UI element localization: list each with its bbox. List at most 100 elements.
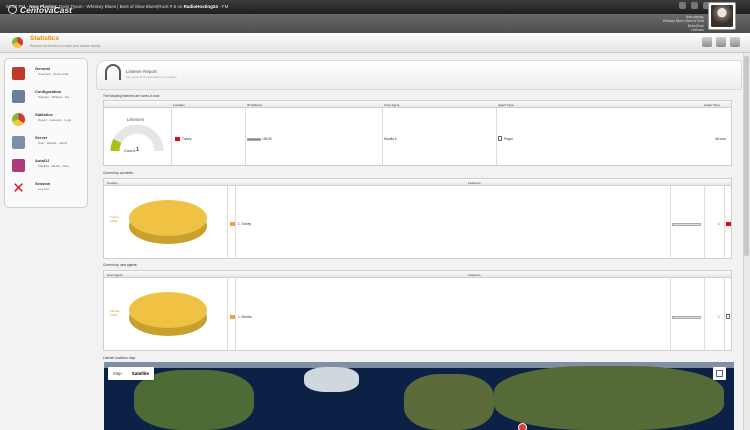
topbar-icons (679, 2, 710, 9)
logo-mark-icon (8, 5, 17, 14)
tuned-listeners-table: Location IP Address User Agent Agent Typ… (103, 100, 732, 166)
station-suffix: - FM (217, 4, 229, 9)
np-line-2: Whiskey Blues | Best of Slow (662, 19, 704, 24)
player-icon (498, 136, 502, 141)
sidebar-item-general[interactable]: General Overview · Quick Links (9, 65, 87, 89)
top-countries-table: Country Listeners Turkey 100% 1. Turkey … (103, 178, 732, 259)
divider (724, 186, 725, 258)
settings-icon (12, 90, 25, 103)
table-header (104, 179, 731, 186)
sidebar-item-links[interactable]: Settings · Widgets · Etc (38, 95, 69, 99)
page-header (0, 33, 750, 53)
server-icon (12, 136, 25, 149)
divider (382, 108, 383, 165)
divider (227, 278, 228, 350)
agent-icon (726, 314, 730, 319)
trash-icon[interactable] (702, 37, 712, 47)
pie-percent: 100% (110, 313, 118, 317)
np-line-4: Listeners (691, 27, 704, 32)
row-agent-type: Player (504, 137, 514, 141)
col-user-agent: User Agent (107, 273, 123, 277)
table-header (104, 271, 731, 278)
col-listeners: Listeners (468, 273, 481, 277)
col-location: Location (173, 103, 185, 107)
col-listen-time: Listen Time (704, 103, 720, 107)
map-type-satellite-button[interactable]: Satellite (127, 367, 154, 380)
row-country: 1. Turkey (238, 222, 252, 226)
listener-map[interactable] (104, 362, 734, 430)
top-agents-table: User Agent Listeners Mozilla 100% 1. Moz… (103, 270, 732, 351)
logout-icon: ✕ (12, 180, 25, 197)
report-title: Listener Report (126, 69, 157, 74)
pie-slice-turkey (129, 200, 207, 236)
col-country: Country (107, 181, 118, 185)
headphones-icon (105, 64, 121, 80)
legend-color-icon (230, 222, 235, 226)
now-playing-track: Doris Tyson - Whiskey Blues | Best of Sl… (58, 4, 183, 9)
logo[interactable]: CentovaCast (8, 3, 72, 16)
listeners-bar (672, 315, 701, 319)
sidebar-item-links[interactable]: Stop · Reload · Admin (38, 141, 67, 145)
sidebar-item-links[interactable]: Report · Listeners · Logs (38, 118, 71, 122)
divider (227, 186, 228, 258)
sidebar-item-title: General (35, 66, 50, 71)
col-listeners: Listeners (468, 181, 481, 185)
legend-color-icon (230, 315, 235, 319)
fullscreen-button[interactable] (713, 367, 726, 380)
gauge-value: 1 (136, 147, 139, 153)
row-count: 1 (718, 222, 720, 226)
album-art (708, 2, 736, 30)
divider (670, 278, 671, 350)
sidebar-item-autodj[interactable]: AutoDJ Playlists · Media · Files (9, 157, 87, 181)
divider (235, 186, 236, 258)
agents-caption: Current top user agents: (103, 263, 138, 267)
gauge-label: Count: (124, 148, 136, 153)
divider (171, 108, 172, 165)
map-land-greenland (304, 367, 359, 392)
divider (670, 186, 671, 258)
map-land-europe-africa (404, 374, 494, 430)
app-window: 02:42 PM - Now Playing: Doris Tyson - Wh… (0, 0, 750, 430)
sidebar-item-links[interactable]: Overview · Quick Links (38, 72, 69, 76)
music-icon (12, 159, 25, 172)
now-playing-info: Now playing: Whiskey Blues | Best of Slo… (663, 15, 704, 32)
map-land-asia (494, 366, 724, 430)
row-count: 1 (718, 315, 720, 319)
pie-chart-icon (12, 113, 25, 126)
page-tools (702, 37, 740, 47)
divider (235, 278, 236, 350)
users-icon[interactable] (716, 37, 726, 47)
row-location: Turkey (182, 137, 192, 141)
row-user-agent: Mozilla 5 (384, 137, 397, 141)
scrollbar-thumb[interactable] (744, 56, 749, 256)
sidebar: General Overview · Quick Links Configura… (4, 58, 88, 208)
divider (496, 108, 497, 165)
refresh-icon[interactable] (691, 2, 698, 9)
gauge-title: Listeners (127, 117, 144, 122)
col-agent-type: Agent Type (498, 103, 514, 107)
sidebar-item-statistics[interactable]: Statistics Report · Listeners · Logs (9, 111, 87, 135)
sidebar-item-session[interactable]: ✕ Session Log Out (9, 180, 87, 204)
listeners-bar (672, 222, 701, 226)
report-header (96, 60, 742, 90)
sidebar-item-server[interactable]: Server Stop · Reload · Admin (9, 134, 87, 158)
map-type-map-button[interactable]: Map (108, 367, 127, 380)
sidebar-item-links[interactable]: Log Out (38, 187, 49, 191)
divider (724, 278, 725, 350)
header (0, 14, 750, 33)
agents-pie-chart (129, 292, 207, 336)
countries-caption: Current top countries: (103, 171, 134, 175)
divider (704, 186, 705, 258)
statistics-icon (12, 37, 23, 48)
station-name: RadioHosting24 (183, 4, 218, 9)
page-subtitle: Reports and trends to monitor your strea… (30, 44, 101, 48)
sidebar-item-title: Statistics (35, 112, 53, 117)
sidebar-item-configuration[interactable]: Configuration Settings · Widgets · Etc (9, 88, 87, 112)
now-playing-bar: 02:42 PM - Now Playing: Doris Tyson - Wh… (0, 0, 750, 14)
help-icon[interactable] (679, 2, 686, 9)
bar-fill (673, 316, 700, 318)
sidebar-item-links[interactable]: Playlists · Media · Files (38, 164, 69, 168)
turkey-flag-icon (726, 222, 731, 226)
col-ip-address: IP Address (247, 103, 262, 107)
settings-icon[interactable] (730, 37, 740, 47)
